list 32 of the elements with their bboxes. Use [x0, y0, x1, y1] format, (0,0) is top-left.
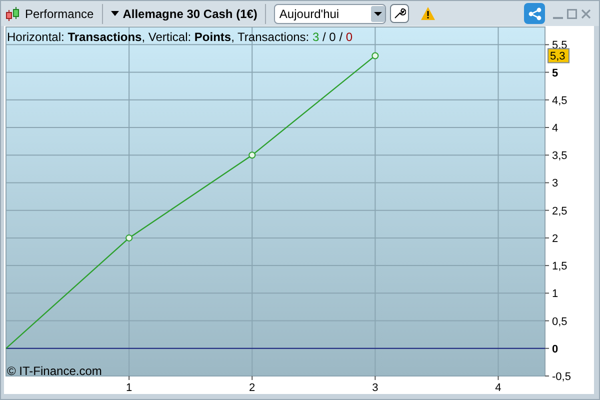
- instrument-menu[interactable]: Allemagne 30 Cash (1€): [110, 4, 258, 22]
- settings-button[interactable]: [390, 4, 410, 23]
- maximize-icon[interactable]: [567, 8, 577, 18]
- y-tick-label: 1: [552, 288, 558, 300]
- y-tick-label: 0: [552, 343, 558, 356]
- close-icon[interactable]: [581, 8, 591, 18]
- value-badge: 5,3: [548, 48, 570, 64]
- y-tick-label: 4,5: [552, 94, 568, 107]
- y-tick-label: 2,5: [552, 205, 568, 218]
- y-tick-label: 0,5: [552, 316, 568, 328]
- y-tick-label: 1,5: [552, 260, 568, 273]
- data-point: [248, 152, 256, 159]
- y-tick-label: 3,5: [552, 150, 568, 162]
- y-tick-label: 2: [552, 232, 558, 245]
- period-dropdown[interactable]: Aujourd'hui: [274, 4, 386, 24]
- x-tick-label: 3: [372, 382, 378, 394]
- candlestick-icon: [5, 6, 21, 22]
- data-point: [372, 52, 379, 60]
- y-tick-label: -0,5: [552, 371, 571, 383]
- warning-icon[interactable]: [421, 7, 436, 20]
- app-label[interactable]: Performance: [25, 4, 94, 22]
- credit-text: © IT-Finance.com: [7, 363, 102, 380]
- y-tick-label: 3: [552, 178, 558, 190]
- share-button[interactable]: [524, 3, 545, 24]
- x-tick-label: 1: [126, 382, 132, 394]
- wrench-icon: [393, 7, 406, 20]
- legend-text: Horizontal: Transactions, Vertical: Points, Transactions: 3 / 0 / 0: [7, 29, 353, 46]
- y-tick-label: 5: [552, 67, 558, 80]
- x-tick-label: 4: [495, 382, 502, 394]
- x-tick-label: 2: [249, 382, 256, 394]
- y-tick-label: 4: [552, 122, 558, 134]
- caret-icon: [110, 11, 119, 16]
